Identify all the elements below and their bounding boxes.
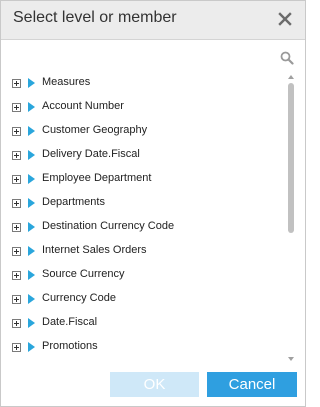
tree-item-label[interactable]: Internet Sales Orders — [42, 244, 147, 256]
expand-icon[interactable] — [12, 199, 21, 208]
expand-icon[interactable] — [12, 295, 21, 304]
expand-icon[interactable] — [12, 79, 21, 88]
expand-icon[interactable] — [12, 127, 21, 136]
expand-icon[interactable] — [12, 175, 21, 184]
cube-icon — [28, 246, 35, 256]
cube-icon — [28, 222, 35, 232]
tree-item-account-number[interactable]: Account Number — [1, 99, 285, 119]
tree-item-destination-currency-code[interactable]: Destination Currency Code — [1, 219, 285, 239]
tree-item-label[interactable]: Date.Fiscal — [42, 316, 97, 328]
tree-item-label[interactable]: Departments — [42, 196, 105, 208]
cube-icon — [28, 126, 35, 136]
ok-button[interactable]: OK — [110, 372, 199, 397]
tree-item-currency-code[interactable]: Currency Code — [1, 291, 285, 311]
tree-item-measures[interactable]: Measures — [1, 75, 285, 95]
tree-item-customer-geography[interactable]: Customer Geography — [1, 123, 285, 143]
tree-item-promotions[interactable]: Promotions — [1, 339, 285, 359]
tree-item-label[interactable]: Measures — [42, 76, 90, 88]
expand-icon[interactable] — [12, 103, 21, 112]
tree-item-label[interactable]: Delivery Date.Fiscal — [42, 148, 140, 160]
cube-icon — [28, 270, 35, 280]
tree-item-label[interactable]: Destination Currency Code — [42, 220, 174, 232]
tree-item-label[interactable]: Employee Department — [42, 172, 151, 184]
expand-icon[interactable] — [12, 271, 21, 280]
cube-icon — [28, 150, 35, 160]
cube-icon — [28, 174, 35, 184]
tree-item-label[interactable]: Account Number — [42, 100, 124, 112]
expand-icon[interactable] — [12, 319, 21, 328]
tree-item-label[interactable]: Source Currency — [42, 268, 125, 280]
dialog-title: Select level or member — [13, 9, 177, 26]
cube-icon — [28, 78, 35, 88]
cube-icon — [28, 342, 35, 352]
tree-item-label[interactable]: Currency Code — [42, 292, 116, 304]
tree-item-label[interactable]: Customer Geography — [42, 124, 147, 136]
expand-icon[interactable] — [12, 223, 21, 232]
tree-item-label[interactable]: Promotions — [42, 340, 98, 352]
close-icon[interactable] — [277, 10, 293, 28]
select-level-dialog: Select level or member Measures Account … — [0, 0, 306, 407]
tree-item-source-currency[interactable]: Source Currency — [1, 267, 285, 287]
tree-item-date-fiscal[interactable]: Date.Fiscal — [1, 315, 285, 335]
tree-item-delivery-date-fiscal[interactable]: Delivery Date.Fiscal — [1, 147, 285, 167]
cube-icon — [28, 318, 35, 328]
scroll-up-arrow-icon[interactable] — [288, 75, 294, 79]
tree-item-internet-sales-orders[interactable]: Internet Sales Orders — [1, 243, 285, 263]
cube-icon — [28, 294, 35, 304]
tree-scrollbar[interactable] — [286, 73, 296, 363]
cube-icon — [28, 198, 35, 208]
tree-item-employee-department[interactable]: Employee Department — [1, 171, 285, 191]
search-icon[interactable] — [280, 51, 294, 65]
member-tree: Measures Account Number Customer Geograp… — [1, 73, 285, 363]
tree-item-departments[interactable]: Departments — [1, 195, 285, 215]
cube-icon — [28, 102, 35, 112]
expand-icon[interactable] — [12, 247, 21, 256]
expand-icon[interactable] — [12, 343, 21, 352]
dialog-titlebar: Select level or member — [1, 1, 305, 40]
expand-icon[interactable] — [12, 151, 21, 160]
scroll-thumb[interactable] — [288, 83, 294, 233]
cancel-button[interactable]: Cancel — [207, 372, 297, 397]
scroll-down-arrow-icon[interactable] — [288, 357, 294, 361]
